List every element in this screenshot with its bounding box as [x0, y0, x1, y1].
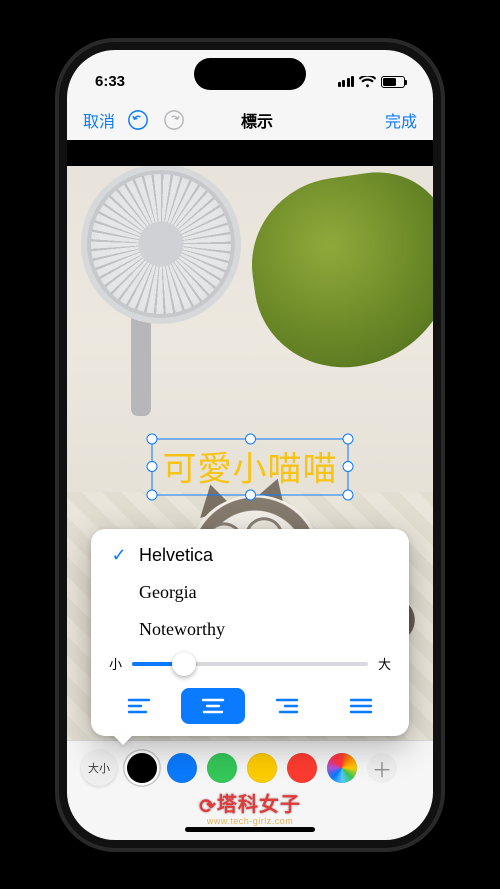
markup-nav-bar: 取消 標示 完成 [67, 100, 433, 140]
resize-handle-mr[interactable] [343, 461, 354, 472]
font-option-noteworthy[interactable]: Noteworthy [91, 611, 409, 648]
resize-handle-br[interactable] [343, 489, 354, 500]
font-name: Noteworthy [139, 619, 225, 640]
align-left-icon [126, 696, 152, 716]
status-time: 6:33 [95, 73, 125, 90]
resize-handle-tl[interactable] [147, 433, 158, 444]
align-justify-button[interactable] [329, 688, 393, 724]
dynamic-island [194, 58, 306, 90]
add-annotation-button[interactable]: ＋ [367, 753, 397, 783]
text-style-popover: ✓ Helvetica Georgia Noteworthy 小 大 [91, 529, 409, 736]
size-min-label: 小 [109, 654, 122, 673]
page-title: 標示 [187, 108, 327, 132]
battery-icon [381, 76, 405, 88]
color-swatch-yellow[interactable] [247, 753, 277, 783]
undo-button[interactable] [125, 107, 151, 133]
align-justify-icon [348, 696, 374, 716]
photo-fan-head [81, 166, 241, 324]
phone-frame: 6:33 取消 標示 完成 [57, 40, 443, 850]
font-size-slider[interactable] [132, 652, 368, 676]
text-style-button-label: 大小 [88, 760, 110, 776]
align-right-button[interactable] [255, 688, 319, 724]
redo-button [161, 107, 187, 133]
screen: 6:33 取消 標示 完成 [67, 50, 433, 840]
font-size-row: 小 大 [91, 648, 409, 682]
size-max-label: 大 [378, 654, 391, 673]
markup-color-bar: 大小 ＋ [67, 740, 433, 796]
align-right-icon [274, 696, 300, 716]
font-name: Helvetica [139, 545, 213, 566]
resize-handle-bm[interactable] [245, 489, 256, 500]
align-left-button[interactable] [107, 688, 171, 724]
text-annotation-selection[interactable]: 可愛小喵喵 [152, 438, 349, 495]
wifi-icon [359, 76, 376, 88]
letterbox [67, 140, 433, 166]
font-name: Georgia [139, 582, 197, 603]
align-center-button[interactable] [181, 688, 245, 724]
resize-handle-ml[interactable] [147, 461, 158, 472]
font-option-helvetica[interactable]: ✓ Helvetica [91, 537, 409, 574]
home-indicator[interactable] [185, 827, 315, 832]
color-picker-button[interactable] [327, 753, 357, 783]
slider-thumb[interactable] [172, 652, 196, 676]
color-swatch-green[interactable] [207, 753, 237, 783]
status-indicators [338, 76, 406, 88]
color-swatch-red[interactable] [287, 753, 317, 783]
done-button[interactable]: 完成 [385, 108, 417, 132]
resize-handle-bl[interactable] [147, 489, 158, 500]
resize-handle-tm[interactable] [245, 433, 256, 444]
text-style-button[interactable]: 大小 [81, 750, 117, 786]
checkmark-icon: ✓ [109, 545, 129, 566]
alignment-row [91, 682, 409, 728]
text-annotation-content[interactable]: 可愛小喵喵 [163, 450, 338, 488]
resize-handle-tr[interactable] [343, 433, 354, 444]
color-swatch-blue[interactable] [167, 753, 197, 783]
align-center-icon [200, 696, 226, 716]
cellular-signal-icon [338, 76, 355, 87]
color-swatch-black[interactable] [127, 753, 157, 783]
photo-pillow [241, 166, 433, 379]
cancel-button[interactable]: 取消 [83, 108, 115, 132]
home-indicator-area [67, 796, 433, 840]
font-option-georgia[interactable]: Georgia [91, 574, 409, 611]
